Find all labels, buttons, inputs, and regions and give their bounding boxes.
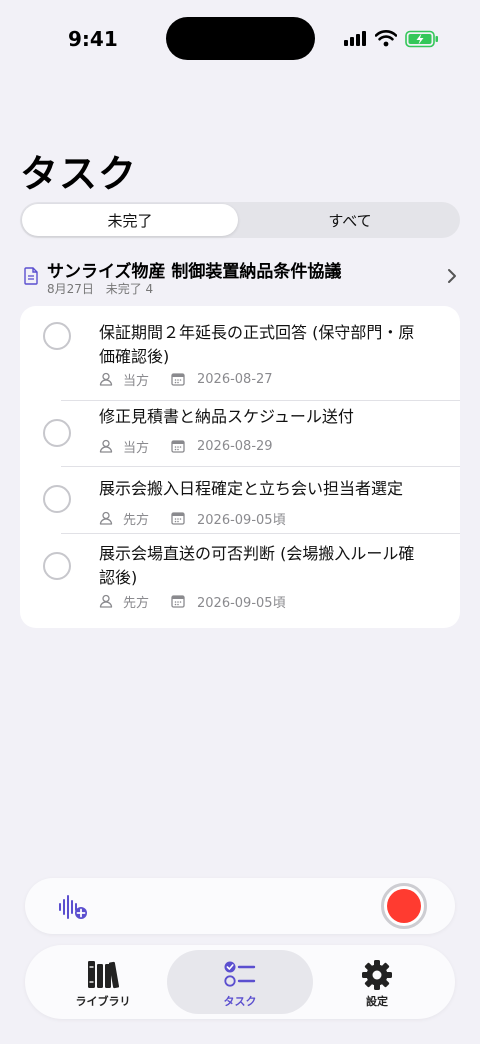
task-due-date: 2026-08-29: [197, 438, 273, 454]
filter-segmented-control: 未完了 すべて: [20, 202, 460, 238]
status-bar: 9:41: [0, 0, 480, 70]
task-meta: 先方 2026-09-05頃: [99, 509, 286, 528]
task-due-date: 2026-08-27: [197, 371, 273, 387]
task-owner: 先方: [123, 512, 150, 528]
person-icon: [99, 511, 113, 525]
record-button[interactable]: [381, 883, 427, 929]
person-icon: [99, 439, 113, 453]
task-checkbox[interactable]: [43, 552, 71, 580]
wifi-icon: [375, 30, 397, 47]
task-owner: 当方: [123, 440, 150, 456]
task-meta: 先方 2026-09-05頃: [99, 592, 286, 611]
task-due-date: 2026-09-05頃: [197, 512, 286, 528]
calendar-icon: [171, 440, 185, 453]
meeting-title: サンライズ物産 制御装置納品条件協議: [47, 262, 342, 282]
record-dot: [387, 889, 421, 923]
dynamic-island: [166, 17, 315, 60]
document-icon: [24, 267, 38, 285]
tab-settings-label: 設定: [366, 995, 388, 1008]
status-time: 9:41: [68, 27, 118, 51]
task-row[interactable]: 保証期間２年延長の正式回答 (保守部門・原価確認後) 当方 2026-08-27: [20, 306, 460, 400]
tab-library[interactable]: ライブラリ: [30, 950, 176, 1014]
task-owner: 当方: [123, 373, 150, 389]
task-row[interactable]: 修正見積書と納品スケジュール送付 当方 2026-08-29: [20, 400, 460, 466]
meeting-date: 8月27日: [47, 282, 94, 296]
task-list: 保証期間２年延長の正式回答 (保守部門・原価確認後) 当方 2026-08-27…: [20, 306, 460, 628]
segment-incomplete[interactable]: 未完了: [22, 204, 238, 236]
chevron-right-icon: [448, 269, 456, 283]
meeting-meta: 8月27日 未完了 4: [47, 280, 153, 297]
tab-tasks-label: タスク: [223, 995, 257, 1008]
task-checkbox[interactable]: [43, 322, 71, 350]
gear-icon: [362, 960, 392, 990]
cellular-signal-icon: [344, 31, 368, 46]
task-title: 修正見積書と納品スケジュール送付: [99, 407, 354, 426]
incomplete-count: 未完了 4: [105, 282, 154, 296]
meeting-section-header[interactable]: サンライズ物産 制御装置納品条件協議 8月27日 未完了 4: [20, 254, 460, 298]
task-checkbox[interactable]: [43, 419, 71, 447]
tab-settings[interactable]: 設定: [304, 950, 450, 1014]
calendar-icon: [171, 595, 185, 608]
battery-charging-icon: [405, 30, 438, 48]
tab-library-label: ライブラリ: [75, 995, 131, 1008]
books-icon: [88, 961, 120, 989]
record-bar: [25, 878, 455, 934]
task-row[interactable]: 展示会場直送の可否判断 (会場搬入ルール確認後) 先方 2026-09-05頃: [20, 533, 460, 628]
task-row[interactable]: 展示会搬入日程確定と立ち会い担当者選定 先方 2026-09-05頃: [20, 466, 460, 533]
task-due-date: 2026-09-05頃: [197, 595, 286, 611]
task-title: 展示会搬入日程確定と立ち会い担当者選定: [99, 479, 404, 498]
person-icon: [99, 594, 113, 608]
segment-all[interactable]: すべて: [242, 204, 458, 236]
task-checkbox[interactable]: [43, 485, 71, 513]
checklist-icon: [224, 961, 256, 987]
task-owner: 先方: [123, 595, 150, 611]
tab-tasks[interactable]: タスク: [167, 950, 313, 1014]
task-meta: 当方 2026-08-29: [99, 437, 273, 456]
tab-bar: ライブラリ タスク 設定: [25, 945, 455, 1019]
person-icon: [99, 372, 113, 386]
waveform-add-icon[interactable]: [58, 894, 88, 920]
task-meta: 当方 2026-08-27: [99, 370, 273, 389]
task-title: 保証期間２年延長の正式回答 (保守部門・原価確認後): [99, 323, 415, 366]
task-title: 展示会場直送の可否判断 (会場搬入ルール確認後): [99, 544, 415, 587]
calendar-icon: [171, 512, 185, 525]
page-title: タスク: [20, 152, 138, 196]
calendar-icon: [171, 373, 185, 386]
